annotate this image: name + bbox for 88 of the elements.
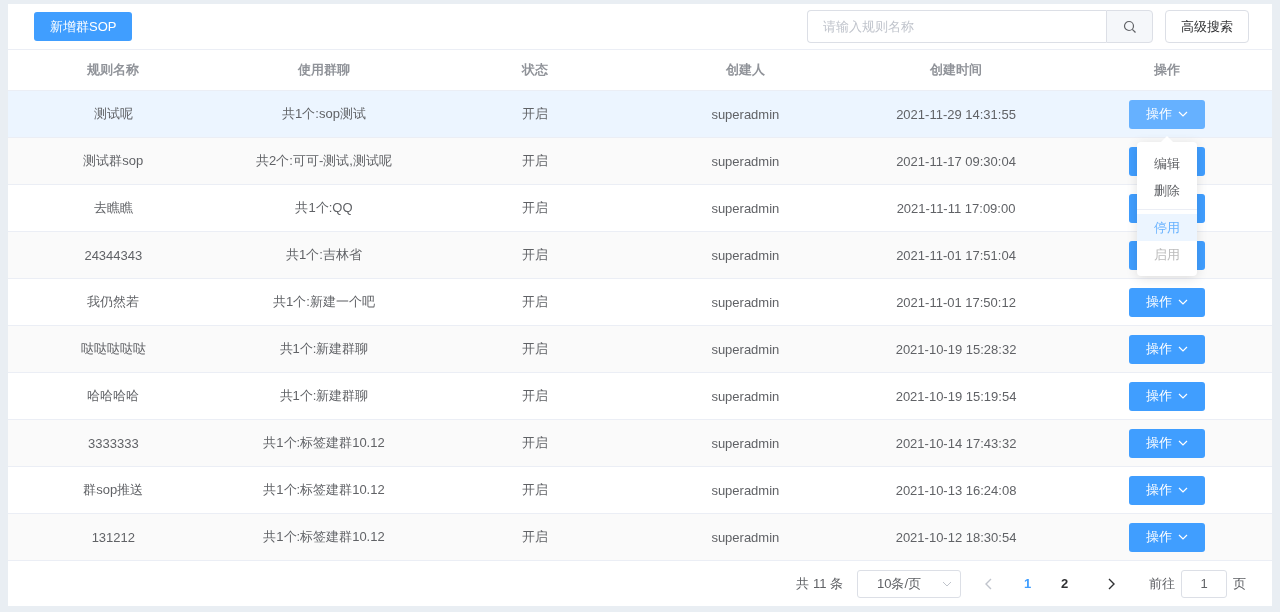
action-dropdown-button[interactable]: 操作 [1128, 99, 1205, 129]
chevron-down-icon [1177, 487, 1188, 493]
table-cell: 2021-10-19 15:28:32 [895, 341, 1017, 357]
table-cell: 24344343 [84, 247, 143, 263]
goto-label: 前往 [1149, 574, 1175, 593]
add-sop-button[interactable]: 新增群SOP [34, 12, 133, 41]
menu-item[interactable]: 删除 [1136, 177, 1197, 204]
table-cell: 开启 [521, 293, 548, 311]
previous-page-icon[interactable] [985, 577, 993, 590]
table-cell: superadmin [711, 482, 780, 498]
next-page-icon[interactable] [1107, 577, 1115, 590]
table-cell: 我仍然若 [87, 293, 140, 311]
table-cell: 去瞧瞧 [93, 199, 133, 217]
page-suffix: 页 [1233, 574, 1246, 593]
page-number[interactable]: 2 [1046, 575, 1083, 592]
table-cell: 2021-11-01 17:51:04 [896, 247, 1016, 263]
table-cell: 共1个:sop测试 [282, 105, 366, 123]
column-header: 创建人 [725, 61, 765, 79]
chevron-down-icon [1177, 440, 1188, 446]
action-dropdown-button[interactable]: 操作 [1128, 381, 1205, 411]
chevron-down-icon [1177, 111, 1188, 117]
page-number[interactable]: 1 [1009, 575, 1046, 592]
chevron-down-icon [1177, 534, 1188, 540]
total-count: 共 11 条 [796, 574, 843, 593]
action-dropdown-button[interactable]: 操作 [1128, 287, 1205, 317]
menu-item[interactable]: 编辑 [1136, 150, 1197, 177]
table-cell: 开启 [521, 528, 548, 546]
action-dropdown-button[interactable]: 操作 [1128, 428, 1205, 458]
table-cell: superadmin [711, 294, 780, 310]
action-dropdown-button[interactable]: 操作 [1128, 334, 1205, 364]
table-cell: superadmin [711, 106, 780, 122]
table-cell: 开启 [521, 340, 548, 358]
table-cell: 开启 [521, 481, 548, 499]
table-cell: 2021-11-17 09:30:04 [896, 153, 1016, 169]
table-cell: superadmin [711, 529, 780, 545]
column-header: 规则名称 [87, 61, 140, 79]
table-cell: 测试呢 [93, 105, 133, 123]
table-cell: 哒哒哒哒哒 [80, 340, 146, 358]
search-icon [1122, 19, 1137, 34]
chevron-down-icon [1177, 299, 1188, 305]
table-cell: 3333333 [88, 435, 139, 451]
column-header: 状态 [521, 61, 548, 79]
table-cell: 共1个:新建群聊 [279, 340, 369, 358]
table-cell: 开启 [521, 387, 548, 405]
chevron-down-icon [1177, 346, 1188, 352]
table-cell: 开启 [521, 434, 548, 452]
table-cell: superadmin [711, 341, 780, 357]
table-cell: 共1个:吉林省 [286, 246, 362, 264]
table-cell: 群sop推送 [83, 481, 144, 499]
action-dropdown-button[interactable]: 操作 [1128, 475, 1205, 505]
table-cell: 共1个:QQ [295, 199, 353, 217]
column-header: 操作 [1153, 61, 1180, 79]
table-cell: 2021-11-29 14:31:55 [896, 106, 1016, 122]
table-cell: 共1个:标签建群10.12 [263, 481, 385, 499]
table-cell: 2021-10-14 17:43:32 [895, 435, 1017, 451]
table-cell: superadmin [711, 247, 780, 263]
page-input[interactable]: 1 [1181, 569, 1227, 598]
page-size-select[interactable]: 10条/页 [857, 569, 961, 598]
chevron-down-icon [1177, 393, 1188, 399]
table-cell: superadmin [711, 435, 780, 451]
table-cell: 共1个:新建一个吧 [273, 293, 375, 311]
action-dropdown-button[interactable]: 操作 [1128, 522, 1205, 552]
advanced-search-button[interactable]: 高级搜索 [1165, 10, 1249, 43]
column-header: 使用群聊 [298, 61, 350, 79]
table-cell: 测试群sop [83, 152, 144, 170]
menu-item[interactable]: 停用 [1136, 214, 1197, 241]
table-cell: 开启 [521, 199, 548, 217]
table-cell: 2021-10-13 16:24:08 [895, 482, 1017, 498]
column-header: 创建时间 [930, 61, 982, 79]
search-button[interactable] [1106, 10, 1153, 43]
table-cell: 共1个:标签建群10.12 [263, 528, 385, 546]
table-cell: 共1个:新建群聊 [279, 387, 369, 405]
chevron-down-icon [942, 580, 952, 587]
search-field[interactable]: 请输入规则名称 [807, 10, 1106, 43]
table-cell: 共1个:标签建群10.12 [263, 434, 385, 452]
table-cell: 131212 [91, 529, 136, 545]
table-cell: 2021-11-01 17:50:12 [896, 294, 1016, 310]
table-cell: 共2个:可可-测试,测试呢 [256, 152, 392, 170]
table-cell: 开启 [521, 105, 548, 123]
table-cell: superadmin [711, 200, 780, 216]
table-cell: 2021-11-11 17:09:00 [896, 200, 1016, 216]
table-cell: 2021-10-12 18:30:54 [895, 529, 1017, 545]
table-cell: 开启 [521, 152, 548, 170]
table-cell: 2021-10-19 15:19:54 [895, 388, 1017, 404]
table-cell: superadmin [711, 388, 780, 404]
table-cell: 开启 [521, 246, 548, 264]
table-cell: superadmin [711, 153, 780, 169]
table-cell: 哈哈哈哈 [87, 387, 140, 405]
